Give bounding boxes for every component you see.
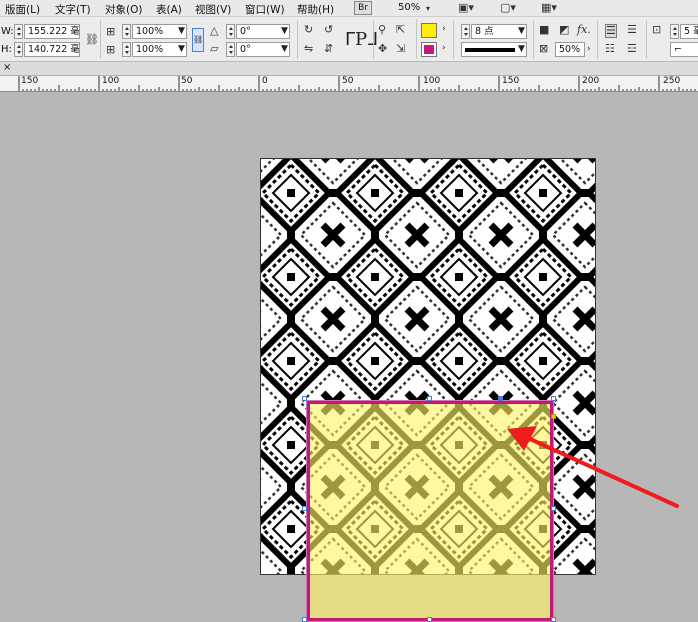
menu-bar: 版面(L) 文字(T) 对象(O) 表(A) 视图(V) 窗口(W) 帮助(H)… bbox=[0, 0, 698, 17]
drop-shadow-icon[interactable]: ■ bbox=[539, 24, 549, 36]
menu-type[interactable]: 文字(T) bbox=[55, 2, 91, 17]
close-tab-icon[interactable]: × bbox=[3, 62, 11, 73]
ruler-label: 0 bbox=[262, 76, 268, 86]
stroke-type-preview bbox=[465, 48, 515, 52]
ruler-label: 150 bbox=[21, 76, 39, 86]
scale-x-dropdown-icon[interactable]: ▼ bbox=[178, 26, 185, 36]
opacity-dropdown-icon[interactable]: › bbox=[587, 44, 591, 54]
zoom-level[interactable]: 50% bbox=[398, 2, 420, 16]
ruler-label: 100 bbox=[102, 76, 120, 86]
handle-top-right[interactable] bbox=[551, 396, 556, 401]
document-tab-strip: × bbox=[0, 62, 698, 76]
shear-dropdown-icon[interactable]: ▼ bbox=[281, 44, 288, 54]
shear-icon: ▱ bbox=[210, 42, 219, 55]
scale-x-stepper[interactable] bbox=[122, 24, 131, 39]
view-options-icon[interactable]: ▣▾ bbox=[458, 2, 474, 14]
rotate-ccw-icon[interactable]: ↺ bbox=[324, 24, 333, 36]
stroke-type-dropdown-icon[interactable]: ▼ bbox=[518, 44, 525, 54]
opacity-icon: ⊠ bbox=[539, 42, 549, 55]
select-previous-icon[interactable]: ⇱ bbox=[396, 24, 405, 36]
select-container-icon[interactable]: ⚲ bbox=[378, 24, 386, 36]
flip-vertical-icon[interactable]: ⇵ bbox=[324, 43, 333, 55]
handle-bottom-left[interactable] bbox=[302, 617, 307, 622]
ruler-label: 150 bbox=[502, 76, 520, 86]
wrap-icon[interactable]: ☷ bbox=[605, 43, 615, 55]
scale-x-icon: ⊞ bbox=[106, 25, 116, 38]
menu-layout[interactable]: 版面(L) bbox=[5, 2, 40, 17]
scale-y-dropdown-icon[interactable]: ▼ bbox=[178, 44, 185, 54]
w-stepper[interactable] bbox=[14, 24, 23, 39]
rotate-cw-icon[interactable]: ↻ bbox=[304, 24, 313, 36]
screen-mode-icon[interactable]: ▢▾ bbox=[500, 2, 516, 14]
menu-view[interactable]: 视图(V) bbox=[195, 2, 231, 17]
flip-horizontal-icon[interactable]: ⇋ bbox=[304, 43, 313, 55]
right-field[interactable]: 5 毫 bbox=[680, 24, 698, 39]
bridge-button[interactable]: Br bbox=[354, 1, 372, 15]
handle-bottom-center[interactable] bbox=[427, 617, 432, 622]
select-next-icon[interactable]: ⇲ bbox=[396, 43, 405, 55]
corner-options-handle[interactable] bbox=[551, 414, 556, 419]
menu-window[interactable]: 窗口(W) bbox=[245, 2, 285, 17]
opacity-field[interactable]: 50% bbox=[555, 42, 585, 57]
fill-swatch[interactable] bbox=[421, 23, 437, 38]
handle-top-center[interactable] bbox=[427, 396, 432, 401]
ruler-label: 100 bbox=[423, 76, 441, 86]
constrain-scale-icon[interactable]: ⛓ bbox=[192, 28, 204, 52]
menu-table[interactable]: 表(A) bbox=[156, 2, 182, 17]
scale-y-icon: ⊞ bbox=[106, 43, 116, 56]
horizontal-ruler[interactable]: 150 100 50 0 50 100 150 200 250 bbox=[0, 76, 698, 92]
align-right-icon[interactable]: ☰ bbox=[627, 24, 637, 36]
distribute-icon[interactable]: ☲ bbox=[627, 43, 637, 55]
rotate-icon: △ bbox=[210, 24, 219, 37]
handle-top-left[interactable] bbox=[302, 396, 307, 401]
handle-top-inner[interactable] bbox=[498, 396, 503, 401]
selected-frame[interactable] bbox=[307, 401, 553, 621]
h-stepper[interactable] bbox=[14, 42, 23, 57]
height-field[interactable]: 140.722 毫米 bbox=[24, 42, 80, 57]
select-content-icon[interactable]: ✥ bbox=[378, 43, 387, 55]
ruler-label: 50 bbox=[181, 76, 193, 86]
stroke-weight-dropdown-icon[interactable]: ▼ bbox=[518, 26, 525, 36]
right-stepper[interactable] bbox=[670, 24, 679, 39]
corner-shape-select[interactable]: ⌐ bbox=[670, 42, 698, 57]
stroke-dropdown-icon[interactable]: › bbox=[442, 43, 446, 53]
menu-object[interactable]: 对象(O) bbox=[105, 2, 142, 17]
h-label: H: bbox=[1, 44, 12, 55]
shear-stepper[interactable] bbox=[226, 42, 235, 57]
handle-middle-left[interactable] bbox=[302, 506, 307, 511]
handle-bottom-right[interactable] bbox=[551, 617, 556, 622]
frame-fitting-icon[interactable]: ⊡ bbox=[652, 24, 661, 36]
width-field[interactable]: 155.222 毫米 bbox=[24, 24, 80, 39]
w-label: W: bbox=[1, 26, 14, 37]
fill-dropdown-icon[interactable]: › bbox=[442, 24, 446, 34]
ruler-label: 50 bbox=[342, 76, 354, 86]
ruler-label: 200 bbox=[582, 76, 600, 86]
arrange-documents-icon[interactable]: ▦▾ bbox=[541, 2, 557, 14]
handle-middle-right[interactable] bbox=[551, 506, 556, 511]
ruler-label: 250 bbox=[663, 76, 681, 86]
scale-y-stepper[interactable] bbox=[122, 42, 131, 57]
control-panel: W: 155.222 毫米 H: 140.722 毫米 ⛓ ⊞ 100% ▼ ⊞… bbox=[0, 17, 698, 62]
stroke-swatch[interactable] bbox=[421, 42, 437, 57]
zoom-dropdown-icon[interactable]: ▾ bbox=[426, 3, 430, 15]
effects-button[interactable]: fx. bbox=[577, 24, 591, 36]
constrain-proportions-icon[interactable]: ⛓ bbox=[85, 34, 99, 46]
menu-help[interactable]: 帮助(H) bbox=[297, 2, 334, 17]
align-left-icon[interactable]: ☰ bbox=[605, 24, 617, 38]
rotation-dropdown-icon[interactable]: ▼ bbox=[281, 26, 288, 36]
rotate-stepper[interactable] bbox=[226, 24, 235, 39]
pasteboard[interactable] bbox=[0, 92, 698, 622]
shadow-settings-icon[interactable]: ◩ bbox=[559, 24, 569, 36]
stroke-weight-stepper[interactable] bbox=[461, 24, 470, 39]
